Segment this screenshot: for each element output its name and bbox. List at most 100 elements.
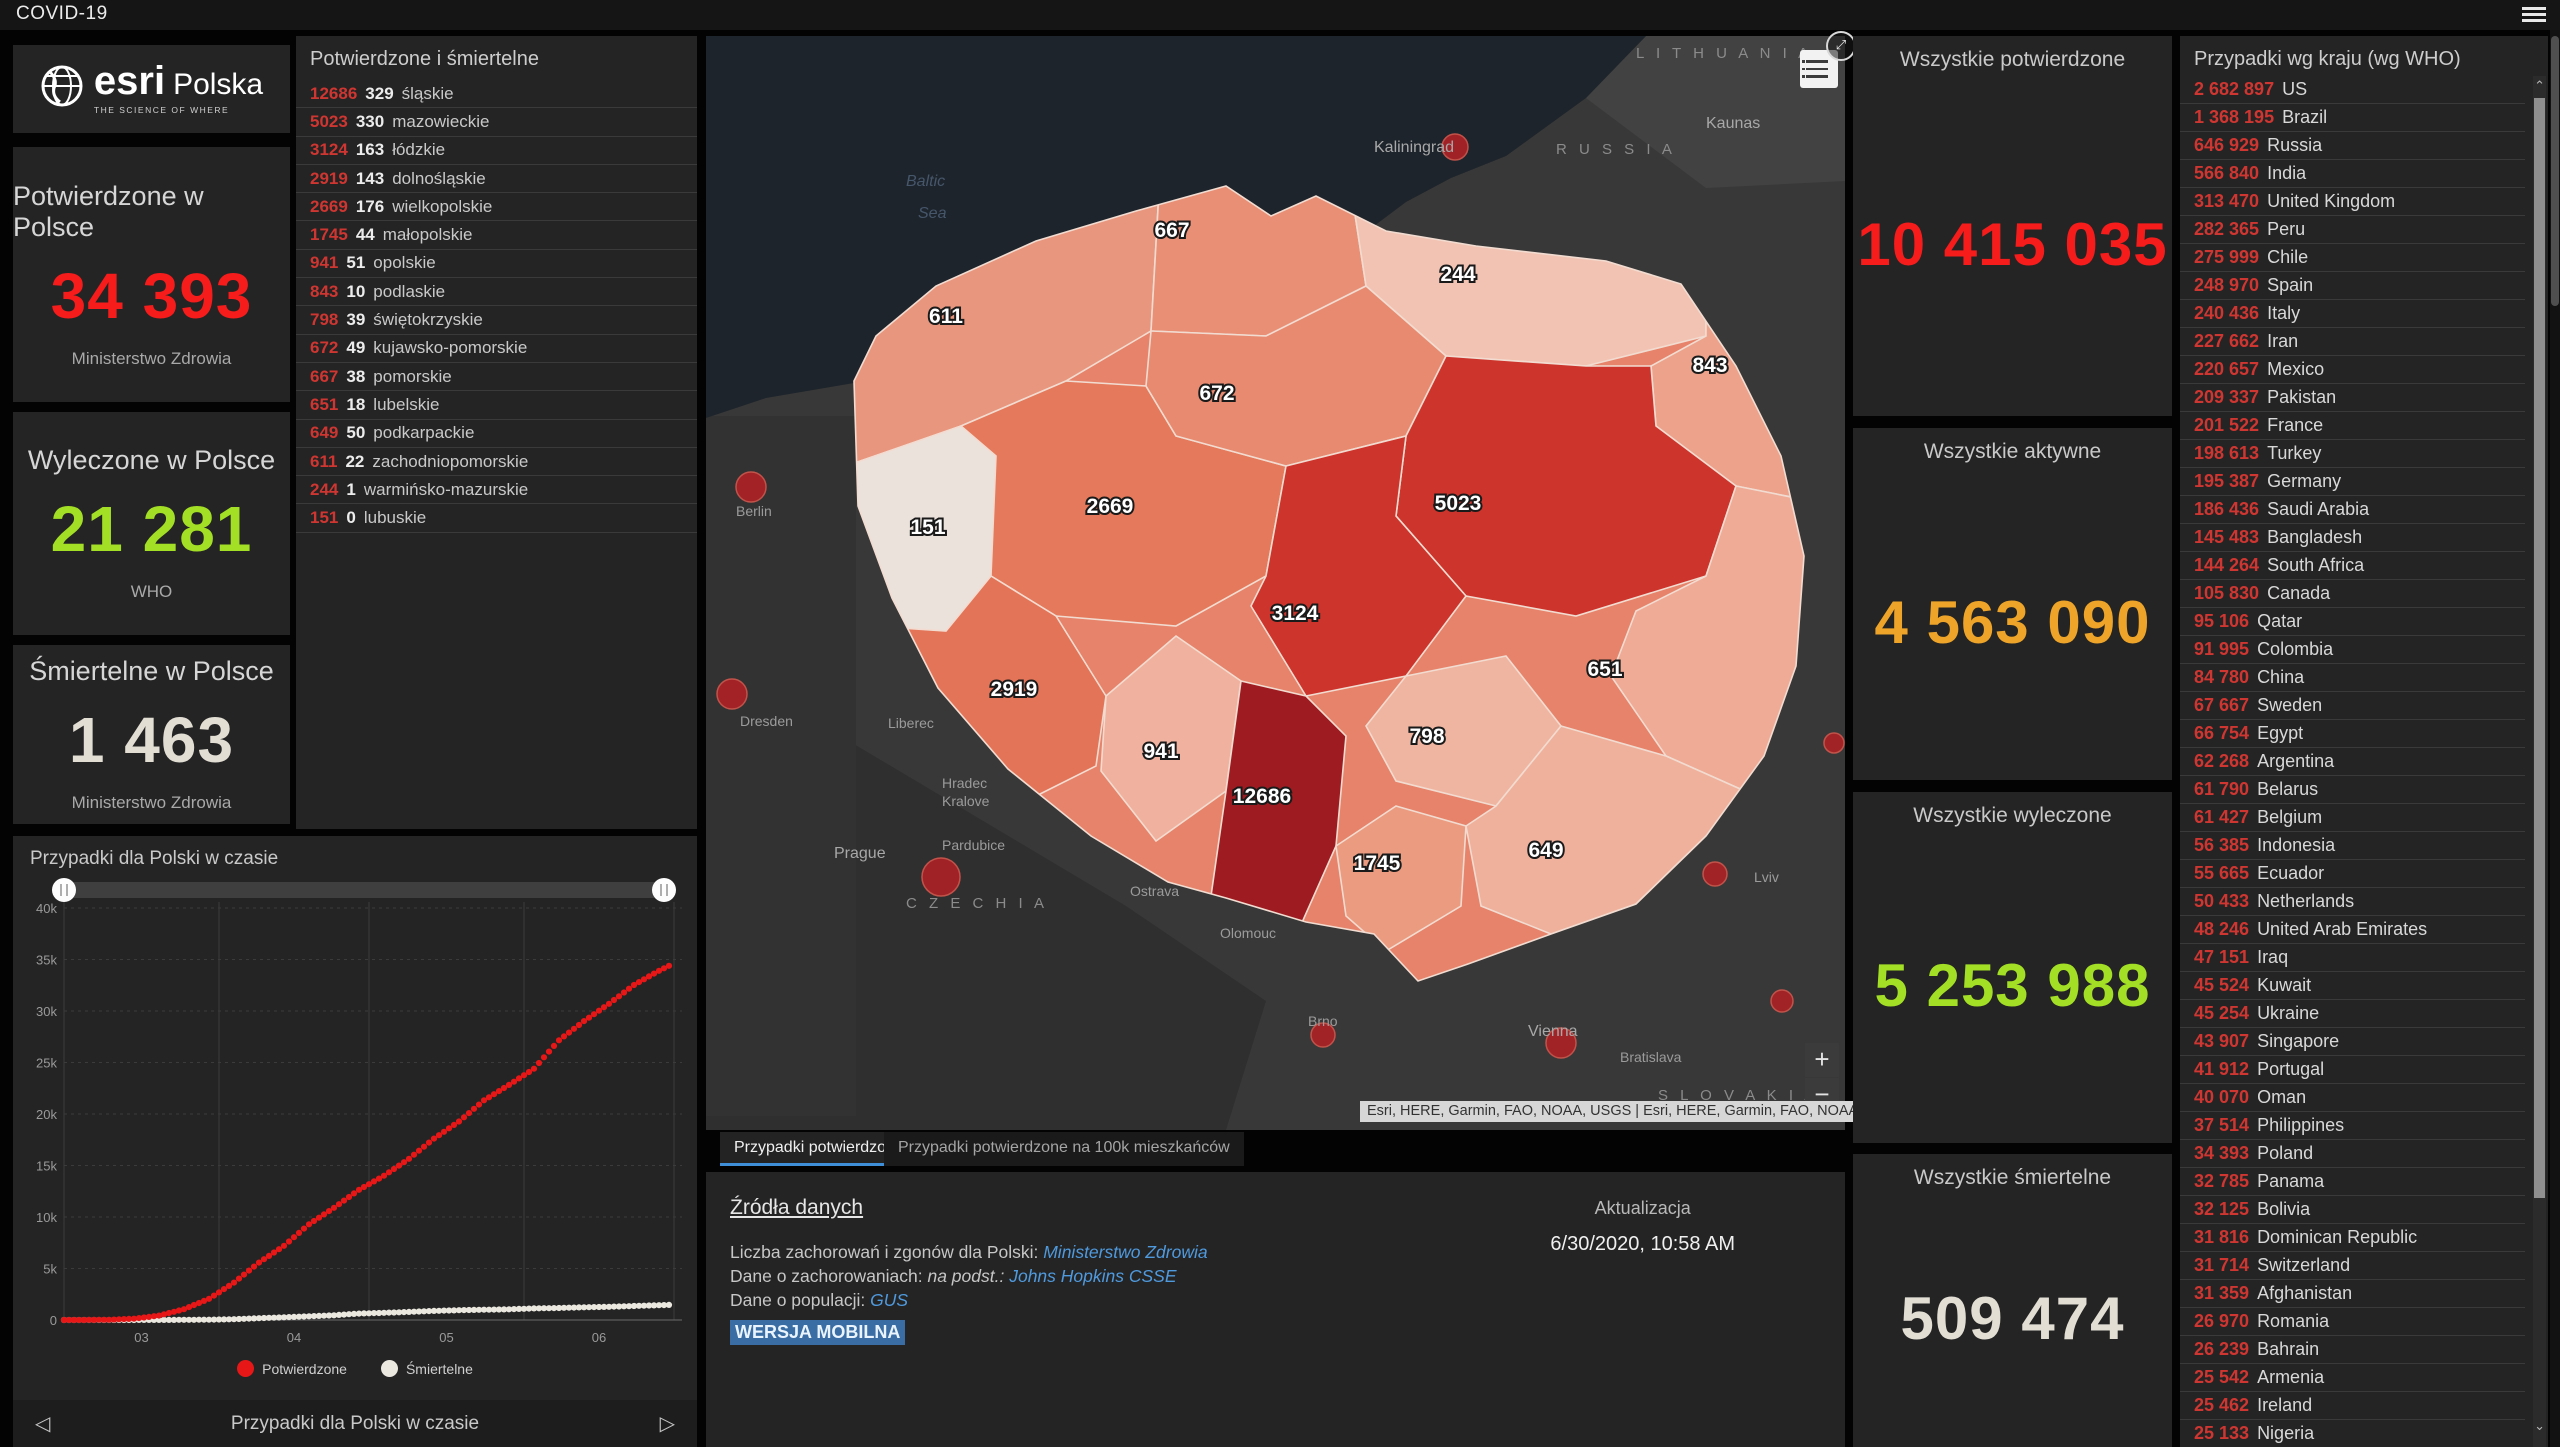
tab-per-100k[interactable]: Przypadki potwierdzone na 100k mieszkańc… bbox=[884, 1132, 1244, 1166]
table-row[interactable]: 45 524 Kuwait bbox=[2180, 972, 2525, 1000]
table-row[interactable]: 275 999 Chile bbox=[2180, 244, 2525, 272]
table-row[interactable]: 95 106 Qatar bbox=[2180, 608, 2525, 636]
table-row[interactable]: 2919 143 dolnośląskie bbox=[296, 165, 697, 194]
table-row[interactable]: 186 436 Saudi Arabia bbox=[2180, 496, 2525, 524]
mobile-version-link[interactable]: WERSJA MOBILNA bbox=[730, 1320, 906, 1345]
table-row[interactable]: 31 714 Switzerland bbox=[2180, 1252, 2525, 1280]
table-row[interactable]: 248 970 Spain bbox=[2180, 272, 2525, 300]
ministerstwo-zdrowia-link[interactable]: Ministerstwo Zdrowia bbox=[1043, 1242, 1207, 1262]
table-row[interactable]: 91 995 Colombia bbox=[2180, 636, 2525, 664]
table-row[interactable]: 12686 329 śląskie bbox=[296, 80, 697, 109]
time-range-slider[interactable] bbox=[53, 882, 673, 898]
table-row[interactable]: 198 613 Turkey bbox=[2180, 440, 2525, 468]
table-row[interactable]: 32 785 Panama bbox=[2180, 1168, 2525, 1196]
confirmed-count: 941 bbox=[310, 253, 339, 273]
country-name: Ukraine bbox=[2257, 1003, 2320, 1023]
stat-value: 509 474 bbox=[1900, 1285, 2125, 1352]
case-bubble[interactable] bbox=[716, 678, 748, 710]
case-count: 50 433 bbox=[2194, 891, 2250, 911]
table-row[interactable]: 37 514 Philippines bbox=[2180, 1112, 2525, 1140]
table-row[interactable]: 31 359 Afghanistan bbox=[2180, 1280, 2525, 1308]
johns-hopkins-link[interactable]: Johns Hopkins CSSE bbox=[1009, 1266, 1176, 1286]
table-row[interactable]: 227 662 Iran bbox=[2180, 328, 2525, 356]
scroll-up-icon[interactable]: ⌃ bbox=[2534, 78, 2545, 94]
table-row[interactable]: 313 470 United Kingdom bbox=[2180, 188, 2525, 216]
table-row[interactable]: 34 393 Poland bbox=[2180, 1140, 2525, 1168]
table-row[interactable]: 31 816 Dominican Republic bbox=[2180, 1224, 2525, 1252]
case-bubble[interactable] bbox=[1770, 989, 1794, 1013]
table-row[interactable]: 667 38 pomorskie bbox=[296, 363, 697, 392]
table-row[interactable]: 47 151 Iraq bbox=[2180, 944, 2525, 972]
table-row[interactable]: 62 268 Argentina bbox=[2180, 748, 2525, 776]
table-row[interactable]: 220 657 Mexico bbox=[2180, 356, 2525, 384]
table-row[interactable]: 61 790 Belarus bbox=[2180, 776, 2525, 804]
case-bubble[interactable] bbox=[1823, 732, 1845, 754]
table-row[interactable]: 151 0 lubuskie bbox=[296, 505, 697, 533]
table-row[interactable]: 1745 44 małopolskie bbox=[296, 222, 697, 250]
case-bubble[interactable] bbox=[735, 471, 767, 503]
source-line1-text: Liczba zachorowań i zgonów dla Polski: bbox=[730, 1242, 1044, 1262]
table-row[interactable]: 649 50 podkarpackie bbox=[296, 420, 697, 448]
table-row[interactable]: 67 667 Sweden bbox=[2180, 692, 2525, 720]
table-row[interactable]: 1 368 195 Brazil bbox=[2180, 104, 2525, 132]
map-panel[interactable]: Baltic Sea L I T H U A N I A Kaunas Kalining… bbox=[706, 36, 1845, 1130]
table-row[interactable]: 672 49 kujawsko-pomorskie bbox=[296, 335, 697, 363]
table-row[interactable]: 195 387 Germany bbox=[2180, 468, 2525, 496]
case-bubble[interactable] bbox=[1702, 861, 1728, 887]
scroll-down-icon[interactable]: ⌄ bbox=[2534, 1418, 2545, 1434]
table-row[interactable]: 55 665 Ecuador bbox=[2180, 860, 2525, 888]
country-name: Germany bbox=[2267, 471, 2342, 491]
country-name: Sweden bbox=[2257, 695, 2323, 715]
table-row[interactable]: 56 385 Indonesia bbox=[2180, 832, 2525, 860]
table-row[interactable]: 244 1 warmińsko-mazurskie bbox=[296, 476, 697, 505]
table-row[interactable]: 240 436 Italy bbox=[2180, 300, 2525, 328]
table-row[interactable]: 145 483 Bangladesh bbox=[2180, 524, 2525, 552]
hamburger-menu-icon[interactable] bbox=[2522, 7, 2546, 23]
table-row[interactable]: 41 912 Portugal bbox=[2180, 1056, 2525, 1084]
table-row[interactable]: 45 254 Ukraine bbox=[2180, 1000, 2525, 1028]
table-row[interactable]: 40 070 Oman bbox=[2180, 1084, 2525, 1112]
time-series-chart[interactable]: 0 5k 10k 15k 20k 25k 30k 35k 40k 03 04 05 06 bbox=[13, 836, 697, 1360]
slider-handle-right[interactable] bbox=[652, 878, 676, 902]
basemap-label: Hradec bbox=[942, 775, 987, 791]
pager-prev-icon[interactable]: ◁ bbox=[13, 1411, 72, 1436]
table-row[interactable]: 798 39 świętokrzyskie bbox=[296, 306, 697, 335]
table-row[interactable]: 651 18 lubelskie bbox=[296, 391, 697, 420]
table-row[interactable]: 32 125 Bolivia bbox=[2180, 1196, 2525, 1224]
table-row[interactable]: 201 522 France bbox=[2180, 412, 2525, 440]
table-row[interactable]: 43 907 Singapore bbox=[2180, 1028, 2525, 1056]
table-row[interactable]: 48 246 United Arab Emirates bbox=[2180, 916, 2525, 944]
case-bubble[interactable] bbox=[921, 857, 961, 897]
table-row[interactable]: 84 780 China bbox=[2180, 664, 2525, 692]
countries-scrollbar[interactable] bbox=[2533, 76, 2546, 1447]
table-row[interactable]: 2 682 897 US bbox=[2180, 76, 2525, 104]
table-row[interactable]: 3124 163 łódzkie bbox=[296, 137, 697, 165]
table-row[interactable]: 61 427 Belgium bbox=[2180, 804, 2525, 832]
map-zoom-in-button[interactable]: + bbox=[1805, 1043, 1839, 1077]
voivodeship-name: śląskie bbox=[401, 83, 454, 103]
table-row[interactable]: 144 264 South Africa bbox=[2180, 552, 2525, 580]
table-row[interactable]: 941 51 opolskie bbox=[296, 250, 697, 279]
table-row[interactable]: 26 239 Bahrain bbox=[2180, 1336, 2525, 1364]
table-row[interactable]: 566 840 India bbox=[2180, 160, 2525, 188]
pager-next-icon[interactable]: ▷ bbox=[638, 1411, 697, 1436]
table-row[interactable]: 843 10 podlaskie bbox=[296, 278, 697, 307]
slider-handle-left[interactable] bbox=[52, 878, 76, 902]
poland-choropleth-map[interactable]: Baltic Sea L I T H U A N I A Kaunas Kalining… bbox=[706, 36, 1845, 1130]
map-expand-icon[interactable]: ⤢ bbox=[1826, 31, 1856, 61]
table-row[interactable]: 282 365 Peru bbox=[2180, 216, 2525, 244]
table-row[interactable]: 105 830 Canada bbox=[2180, 580, 2525, 608]
gus-link[interactable]: GUS bbox=[870, 1290, 908, 1310]
table-row[interactable]: 5023 330 mazowieckie bbox=[296, 108, 697, 137]
table-row[interactable]: 209 337 Pakistan bbox=[2180, 384, 2525, 412]
table-row[interactable]: 26 970 Romania bbox=[2180, 1308, 2525, 1336]
table-row[interactable]: 25 133 Nigeria bbox=[2180, 1420, 2525, 1447]
table-row[interactable]: 611 22 zachodniopomorskie bbox=[296, 448, 697, 477]
table-row[interactable]: 50 433 Netherlands bbox=[2180, 888, 2525, 916]
table-row[interactable]: 66 754 Egypt bbox=[2180, 720, 2525, 748]
table-row[interactable]: 2669 176 wielkopolskie bbox=[296, 193, 697, 222]
page-scrollbar[interactable] bbox=[2550, 30, 2560, 1447]
table-row[interactable]: 646 929 Russia bbox=[2180, 132, 2525, 160]
table-row[interactable]: 25 542 Armenia bbox=[2180, 1364, 2525, 1392]
table-row[interactable]: 25 462 Ireland bbox=[2180, 1392, 2525, 1420]
